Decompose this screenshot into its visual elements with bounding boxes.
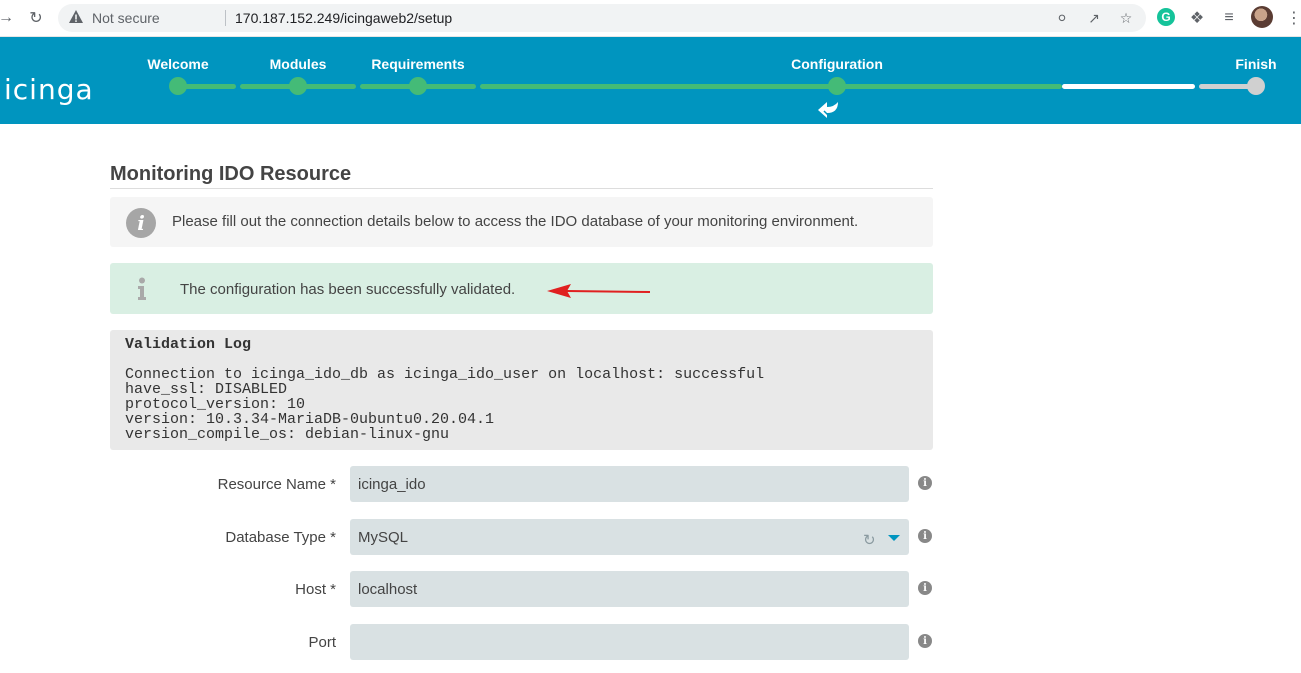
star-icon[interactable]: ☆ — [1116, 9, 1136, 27]
database-type-value[interactable]: MySQL — [358, 529, 408, 546]
log-line: version: 10.3.34-MariaDB-0ubuntu0.20.04.… — [125, 411, 495, 428]
progress-track-configuration-remaining — [1062, 84, 1195, 89]
help-icon[interactable]: i — [918, 634, 932, 648]
resource-name-label: Resource Name * — [217, 476, 336, 493]
step-finish-label: Finish — [1235, 56, 1277, 72]
address-bar[interactable]: Not secure 170.187.152.249/icingaweb2/se… — [58, 4, 1146, 32]
url-text[interactable]: 170.187.152.249/icingaweb2/setup — [235, 10, 452, 26]
resource-name-input[interactable] — [350, 466, 909, 502]
help-icon[interactable]: i — [918, 529, 932, 543]
omnibox-tools: ⚪ ↗ ☆ — [1052, 9, 1136, 27]
info-icon: i — [126, 208, 156, 238]
validation-log: Validation Log Connection to icinga_ido_… — [110, 330, 933, 450]
host-row: Host * i — [110, 571, 940, 609]
page-title: Monitoring IDO Resource — [110, 163, 352, 185]
step-requirements-label: Requirements — [371, 56, 465, 72]
kebab-menu-icon[interactable]: ⋮ — [1284, 8, 1301, 28]
caret-down-icon[interactable] — [888, 535, 900, 541]
progress-track-configuration — [480, 84, 1062, 89]
step-configuration-label: Configuration — [791, 56, 883, 72]
log-line: version_compile_os: debian-linux-gnu — [125, 426, 450, 443]
security-label[interactable]: Not secure — [92, 10, 160, 26]
step-modules-label: Modules — [269, 56, 327, 72]
share-icon[interactable]: ↗ — [1084, 9, 1104, 27]
avatar[interactable] — [1251, 6, 1273, 28]
reading-list-icon[interactable]: ≡ — [1219, 8, 1239, 28]
step-welcome-label: Welcome — [147, 56, 209, 72]
annotation-arrow — [547, 284, 651, 298]
database-type-label: Database Type * — [225, 529, 336, 546]
help-icon[interactable]: i — [918, 581, 932, 595]
info-message: i Please fill out the connection details… — [110, 197, 933, 247]
step-modules-dot — [289, 77, 307, 95]
warning-icon[interactable] — [68, 9, 84, 25]
host-label: Host * — [295, 581, 336, 598]
log-line: protocol_version: 10 — [125, 396, 306, 413]
grammarly-extension-icon[interactable]: G — [1157, 8, 1175, 26]
port-row: Port i — [110, 624, 940, 662]
icinga-logo: icinga — [4, 73, 94, 106]
refresh-icon[interactable]: ↻ — [863, 531, 879, 549]
port-input[interactable] — [350, 624, 909, 660]
omnibox-divider — [225, 10, 226, 26]
step-requirements-dot — [409, 77, 427, 95]
puzzle-icon[interactable]: ❖ — [1187, 8, 1207, 28]
forward-icon[interactable]: → — [0, 8, 16, 28]
step-configuration-dot — [828, 77, 846, 95]
database-type-select[interactable] — [350, 519, 909, 555]
log-line: have_ssl: DISABLED — [125, 381, 288, 398]
info-message-text: Please fill out the connection details b… — [172, 213, 859, 230]
port-label: Port — [308, 634, 336, 651]
resource-name-row: Resource Name * i — [110, 466, 940, 504]
step-finish-dot — [1247, 77, 1265, 95]
key-icon[interactable]: ⚪ — [1052, 9, 1072, 27]
info-i-icon — [138, 277, 146, 300]
step-welcome-dot — [169, 77, 187, 95]
log-line: Connection to icinga_ido_db as icinga_id… — [125, 366, 765, 383]
double-back-arrow-icon[interactable] — [817, 99, 841, 121]
title-divider — [110, 188, 933, 189]
success-message: The configuration has been successfully … — [110, 263, 933, 314]
validation-log-title: Validation Log — [125, 336, 252, 353]
browser-toolbar: → ↻ Not secure 170.187.152.249/icingaweb… — [0, 0, 1301, 37]
database-type-row: Database Type * MySQL ↻ i — [110, 519, 940, 557]
success-message-text: The configuration has been successfully … — [180, 281, 516, 298]
reload-icon[interactable]: ↻ — [26, 8, 46, 28]
setup-header: icinga Welcome Modules Requirements Conf… — [0, 37, 1301, 124]
help-icon[interactable]: i — [918, 476, 932, 490]
validation-log-lines: Connection to icinga_ido_db as icinga_id… — [125, 367, 764, 442]
host-input[interactable] — [350, 571, 909, 607]
